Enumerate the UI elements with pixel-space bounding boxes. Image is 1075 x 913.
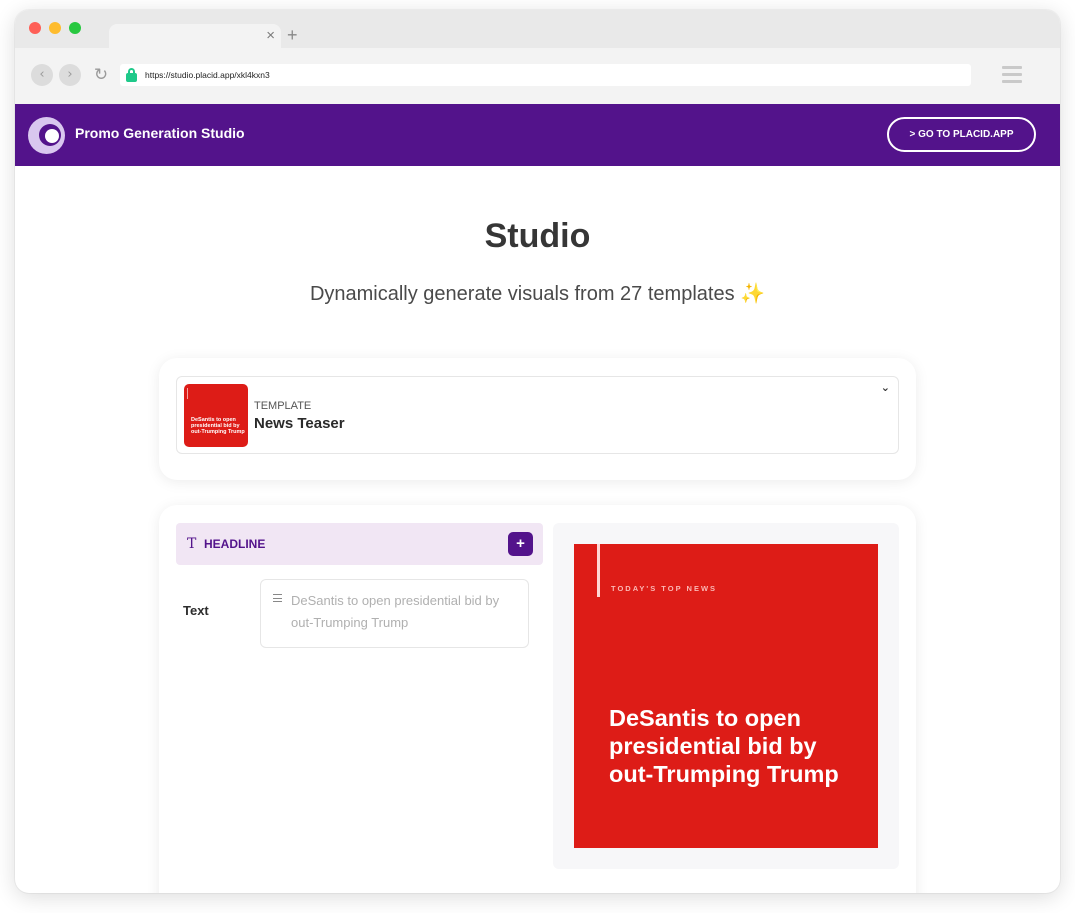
- close-tab-icon[interactable]: ×: [266, 26, 275, 46]
- headline-text-value: DeSantis to open presidential bid by out…: [291, 593, 500, 630]
- layer-title: HEADLINE: [204, 537, 266, 551]
- template-label: TEMPLATE: [254, 400, 312, 412]
- preview-accent-bar: [597, 544, 600, 597]
- lock-icon: [126, 68, 137, 82]
- headline-layer-header[interactable]: T HEADLINE +: [176, 523, 543, 565]
- chevron-down-icon[interactable]: ⌄: [881, 381, 890, 394]
- browser-tab[interactable]: ×: [109, 24, 281, 48]
- text-layer-icon: T: [187, 536, 197, 552]
- url-text: https://studio.placid.app/xkl4kxn3: [145, 70, 270, 80]
- go-to-placid-button[interactable]: > GO TO PLACID.APP: [887, 117, 1036, 152]
- template-name: News Teaser: [254, 415, 345, 432]
- forward-button[interactable]: ›: [59, 64, 81, 86]
- template-thumbnail: DeSantis to open presidential bid by out…: [184, 384, 248, 447]
- back-button[interactable]: ‹: [31, 64, 53, 86]
- preview-panel: TODAY'S TOP NEWS DeSantis to open presid…: [553, 523, 899, 869]
- template-card: DeSantis to open presidential bid by out…: [159, 358, 916, 480]
- editor-card: T HEADLINE + Text DeSantis to open presi…: [159, 505, 916, 893]
- minimize-window-button[interactable]: [49, 22, 61, 34]
- browser-window: × + ‹ › ↻ https://studio.placid.app/xkl4…: [15, 10, 1060, 893]
- app-brand: Promo Generation Studio: [75, 125, 245, 141]
- app-header: Promo Generation Studio > GO TO PLACID.A…: [15, 104, 1060, 166]
- text-lines-icon: [273, 594, 282, 605]
- address-bar[interactable]: https://studio.placid.app/xkl4kxn3: [120, 64, 971, 86]
- placid-logo-icon: [28, 117, 65, 154]
- page-title: Studio: [484, 217, 591, 255]
- template-select[interactable]: DeSantis to open presidential bid by out…: [176, 376, 899, 454]
- preview-image: TODAY'S TOP NEWS DeSantis to open presid…: [574, 544, 878, 848]
- thumbnail-headline: DeSantis to open presidential bid by out…: [191, 417, 245, 435]
- sparkles-icon: ✨: [740, 283, 766, 305]
- browser-toolbar: ‹ › ↻ https://studio.placid.app/xkl4kxn3: [15, 48, 1060, 104]
- add-button[interactable]: +: [508, 532, 533, 556]
- maximize-window-button[interactable]: [69, 22, 81, 34]
- close-window-button[interactable]: [29, 22, 41, 34]
- hamburger-menu-icon[interactable]: [1002, 66, 1022, 84]
- title-bar: × +: [15, 10, 1060, 48]
- headline-text-input[interactable]: DeSantis to open presidential bid by out…: [260, 579, 529, 648]
- text-field-label: Text: [183, 603, 209, 618]
- page-subtitle: Dynamically generate visuals from 27 tem…: [309, 283, 766, 305]
- preview-kicker: TODAY'S TOP NEWS: [611, 584, 718, 593]
- new-tab-button[interactable]: +: [287, 25, 298, 45]
- preview-headline: DeSantis to open presidential bid by out…: [609, 705, 839, 787]
- reload-icon[interactable]: ↻: [90, 64, 112, 86]
